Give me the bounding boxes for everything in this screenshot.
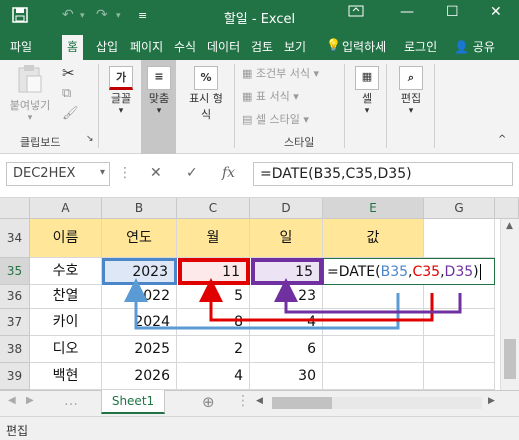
editing-button[interactable]: ⌕ 편집 ▾ (394, 66, 428, 116)
name-box[interactable]: DEC2HEX ▾ (6, 162, 110, 186)
minimize-icon[interactable]: — (400, 4, 414, 20)
number-label-1: 표시 형 (189, 92, 223, 105)
cut-icon[interactable]: ✂ (62, 64, 75, 82)
chevron-down-icon: ▾ (293, 90, 299, 103)
search-icon: ⌕ (399, 66, 423, 90)
separator (98, 64, 99, 148)
paste-dropdown-icon[interactable]: ▾ (8, 113, 52, 123)
cells-dropdown-icon: ▾ (364, 106, 370, 116)
editing-dropdown-icon: ▾ (408, 106, 414, 116)
cells-button[interactable]: ▦ 셀 ▾ (352, 66, 382, 116)
number-label-2: 식 (200, 108, 212, 121)
spreadsheet-grid: A B C D E G 34 이름 연도 월 일 값 35 수호 2023 11… (0, 198, 519, 390)
prev-sheet-icon[interactable]: ◀ (8, 395, 16, 406)
arrow-purple (274, 278, 462, 314)
font-button[interactable]: 가 글꼴 ▾ (104, 66, 138, 116)
format-as-table-label: 표 서식 (255, 90, 290, 103)
alignment-button[interactable]: ≡ 맞춤 ▾ (142, 66, 176, 116)
chevron-down-icon: ▾ (313, 67, 320, 80)
cell-style-icon: ▤ (242, 113, 253, 126)
alignment-dropdown-icon: ▾ (156, 106, 162, 116)
clipboard-icon (8, 64, 52, 97)
window-title: 할일 - Excel (223, 12, 296, 27)
cell-styles-label: 셀 스타일 (255, 113, 300, 126)
maximize-icon[interactable]: ☐ (446, 4, 459, 20)
formula-input[interactable]: =DATE(B35,C35,D35) (253, 162, 513, 186)
sheet-tab-sheet1[interactable]: Sheet1 (101, 390, 165, 414)
reference-arrows (124, 278, 462, 330)
alignment-label: 맞춤 (148, 92, 170, 105)
lightbulb-icon: 💡 (326, 38, 341, 52)
name-box-dropdown-icon[interactable]: ▾ (100, 167, 105, 178)
paste-button[interactable]: 붙여넣기 ▾ (8, 64, 52, 123)
separator (434, 64, 435, 148)
styles-group-label: 스타일 (284, 136, 315, 149)
scroll-left-icon[interactable]: ◀ (256, 396, 263, 406)
font-icon: 가 (109, 66, 133, 90)
ribbon-home: 붙여넣기 ▾ ✂ ⧉ 🖌 클립보드 ↘ 가 글꼴 ▾ ≡ 맞춤 ▾ % 표시 형… (0, 60, 519, 154)
sheet-list-icon[interactable]: … (64, 393, 78, 409)
conditional-format-button[interactable]: ▦ 조건부 서식 ▾ (242, 65, 319, 81)
tab-formulas[interactable]: 수식 (174, 38, 196, 55)
tab-file[interactable]: 파일 (10, 38, 32, 55)
separator (344, 64, 345, 148)
arrow-blue (124, 278, 400, 330)
number-format-button[interactable]: % 표시 형 식 (180, 66, 232, 122)
tab-home[interactable]: 홈 (62, 35, 84, 60)
formula-bar: DEC2HEX ▾ ⋮ ✕ ✓ fx =DATE(B35,C35,D35) (0, 154, 519, 198)
tab-page-layout[interactable]: 페이지 (130, 38, 163, 55)
cells-label: 셀 (361, 92, 373, 105)
more-icon: ⋮ (118, 165, 132, 181)
cell-styles-button[interactable]: ▤ 셀 스타일 ▾ (242, 111, 309, 127)
status-mode: 편집 (6, 424, 29, 438)
user-icon: 👤 (454, 40, 469, 54)
tab-insert[interactable]: 삽입 (96, 38, 118, 55)
clipboard-launcher-icon[interactable]: ↘ (86, 134, 94, 144)
percent-icon: % (194, 66, 218, 90)
conditional-format-icon: ▦ (242, 67, 253, 80)
paste-label: 붙여넣기 (9, 99, 51, 112)
tell-me-input[interactable]: 입력하세 (342, 38, 386, 55)
sheet-tabs-splitter[interactable]: ⋮ (236, 393, 250, 409)
separator (386, 64, 387, 148)
tab-review[interactable]: 검토 (251, 38, 273, 55)
scroll-right-icon[interactable]: ▶ (488, 396, 495, 406)
next-sheet-icon[interactable]: ▶ (26, 395, 34, 406)
format-as-table-button[interactable]: ▦ 표 서식 ▾ (242, 88, 299, 104)
share-button[interactable]: 👤 공유 (454, 38, 495, 55)
tab-view[interactable]: 보기 (284, 38, 306, 55)
sign-in-link[interactable]: 로그인 (404, 38, 437, 55)
clipboard-group-label: 클립보드 (20, 136, 61, 149)
conditional-format-label: 조건부 서식 (255, 67, 311, 80)
tab-data[interactable]: 데이터 (207, 38, 240, 55)
title-bar: ↶ ▾ ↷ ▾ ≡ 할일 - Excel — ☐ ✕ (0, 0, 519, 33)
horizontal-scrollbar-thumb[interactable] (272, 397, 332, 409)
table-icon: ▦ (242, 90, 253, 103)
chevron-down-icon: ▾ (303, 113, 309, 126)
horizontal-scrollbar[interactable] (272, 397, 482, 409)
share-label: 공유 (472, 40, 495, 54)
font-label: 글꼴 (110, 92, 132, 105)
format-painter-icon[interactable]: 🖌 (62, 106, 79, 121)
ribbon-display-icon[interactable] (348, 4, 364, 22)
cells-icon: ▦ (355, 66, 379, 90)
sheet-tab-bar: ◀ ▶ … Sheet1 ⊕ ⋮ ◀ ▶ (0, 390, 519, 416)
close-icon[interactable]: ✕ (490, 4, 502, 20)
align-icon: ≡ (147, 66, 171, 90)
status-bar: 편집 (0, 416, 519, 440)
ribbon-tabs: 파일 홈 삽입 페이지 수식 데이터 검토 보기 💡 입력하세 로그인 👤 공유 (0, 33, 519, 60)
collapse-ribbon-icon[interactable]: ^ (498, 134, 506, 145)
name-box-value: DEC2HEX (13, 166, 76, 181)
enter-icon[interactable]: ✓ (186, 165, 198, 181)
separator (234, 64, 235, 148)
cancel-icon[interactable]: ✕ (150, 165, 162, 181)
insert-function-icon[interactable]: fx (222, 165, 235, 181)
editing-label: 편집 (400, 92, 422, 105)
font-dropdown-icon: ▾ (118, 106, 124, 116)
add-sheet-icon[interactable]: ⊕ (202, 393, 215, 411)
copy-icon[interactable]: ⧉ (62, 86, 71, 101)
